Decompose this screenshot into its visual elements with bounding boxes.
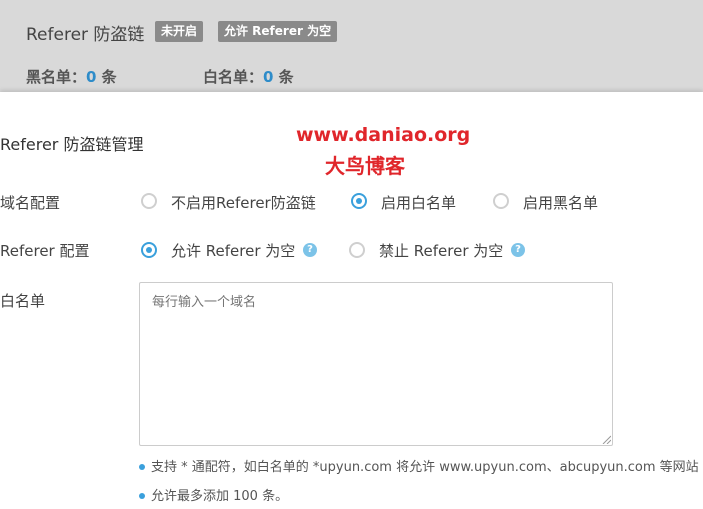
whitelist-stat: 白名单：0 条	[203, 66, 294, 87]
radio-enable-blacklist-label[interactable]: 启用黑名单	[523, 192, 598, 213]
note-text: 支持 * 通配符，如白名单的 *upyun.com 将允许 www.upyun.…	[151, 460, 699, 475]
radio-allow-empty-referer[interactable]	[141, 242, 157, 258]
watermark-name: 大鸟博客	[325, 154, 405, 178]
radio-disable-referer-label[interactable]: 不启用Referer防盗链	[171, 192, 316, 213]
radio-deny-empty-referer[interactable]	[349, 242, 365, 258]
question-icon[interactable]: ?	[303, 243, 317, 257]
whitelist-field-label: 白名单	[0, 292, 46, 310]
note-text: 允许最多添加 100 条。	[151, 489, 289, 504]
whitelist-textarea[interactable]	[139, 282, 613, 446]
status-badge: 未开启	[155, 21, 204, 42]
resize-grip-icon[interactable]	[601, 434, 611, 444]
radio-enable-whitelist-label[interactable]: 启用白名单	[381, 192, 456, 213]
radio-enable-whitelist[interactable]	[351, 193, 367, 209]
radio-enable-blacklist[interactable]	[493, 193, 509, 209]
referer-config-label: Referer 配置	[0, 242, 90, 260]
bullet-icon	[139, 492, 145, 499]
radio-deny-empty-referer-label[interactable]: 禁止 Referer 为空	[379, 240, 503, 261]
whitelist-unit: 条	[273, 68, 294, 86]
domain-config-label: 域名配置	[0, 194, 61, 212]
blacklist-stat: 黑名单：0 条	[26, 66, 117, 87]
blacklist-label: 黑名单：	[26, 68, 87, 86]
section-title: Referer 防盗链管理	[0, 135, 144, 154]
watermark-url: www.daniao.org	[296, 124, 471, 146]
whitelist-label: 白名单：	[203, 68, 264, 86]
allow-empty-badge: 允许 Referer 为空	[218, 21, 338, 42]
radio-allow-empty-referer-label[interactable]: 允许 Referer 为空	[171, 240, 295, 261]
blacklist-unit: 条	[96, 68, 117, 86]
note-item: 允许最多添加 100 条。	[139, 485, 288, 504]
question-icon[interactable]: ?	[511, 243, 525, 257]
bullet-icon	[139, 463, 145, 470]
page-title: Referer 防盗链	[26, 25, 145, 45]
note-item: 支持 * 通配符，如白名单的 *upyun.com 将允许 www.upyun.…	[139, 456, 699, 475]
radio-disable-referer[interactable]	[141, 193, 157, 209]
whitelist-count: 0	[263, 68, 274, 86]
blacklist-count: 0	[86, 68, 97, 86]
